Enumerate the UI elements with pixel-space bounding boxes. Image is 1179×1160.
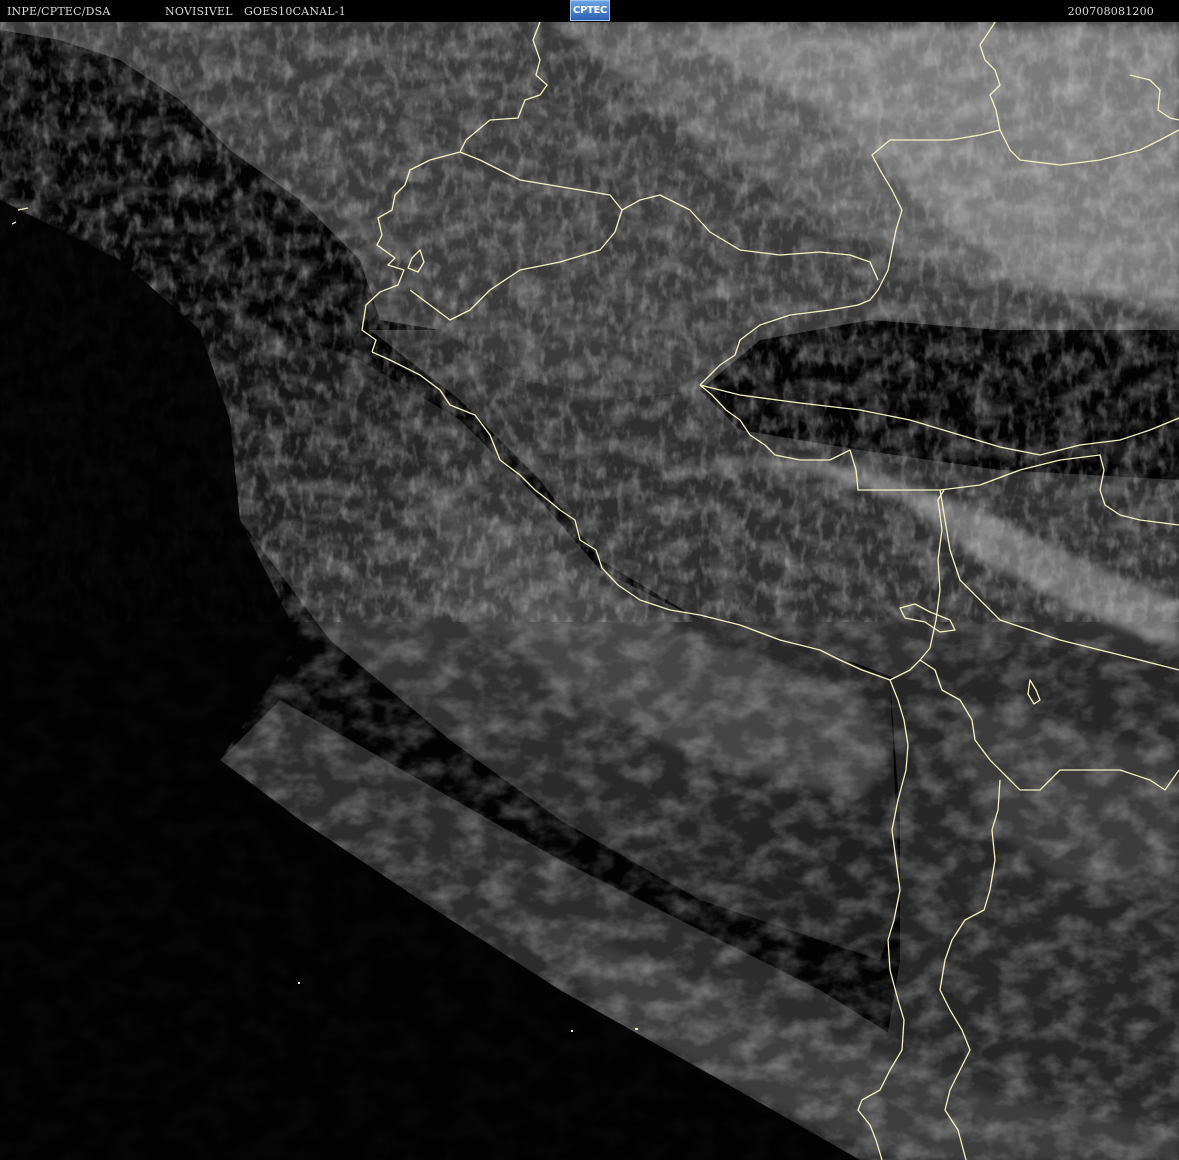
- image-header: INPE/CPTEC/DSA NOVISIVEL GOES10CANAL-1 C…: [0, 0, 1179, 22]
- satellite-label: GOES10CANAL-1: [244, 5, 346, 18]
- logo-text: CPTEC: [572, 5, 608, 16]
- map-canvas: [0, 22, 1179, 1160]
- source-label: INPE/CPTEC/DSA: [7, 5, 111, 18]
- timestamp-label: 200708081200: [1067, 5, 1154, 18]
- mode-label: NOVISIVEL: [165, 5, 233, 18]
- cptec-logo: CPTEC: [570, 0, 610, 21]
- satellite-map: [0, 22, 1179, 1160]
